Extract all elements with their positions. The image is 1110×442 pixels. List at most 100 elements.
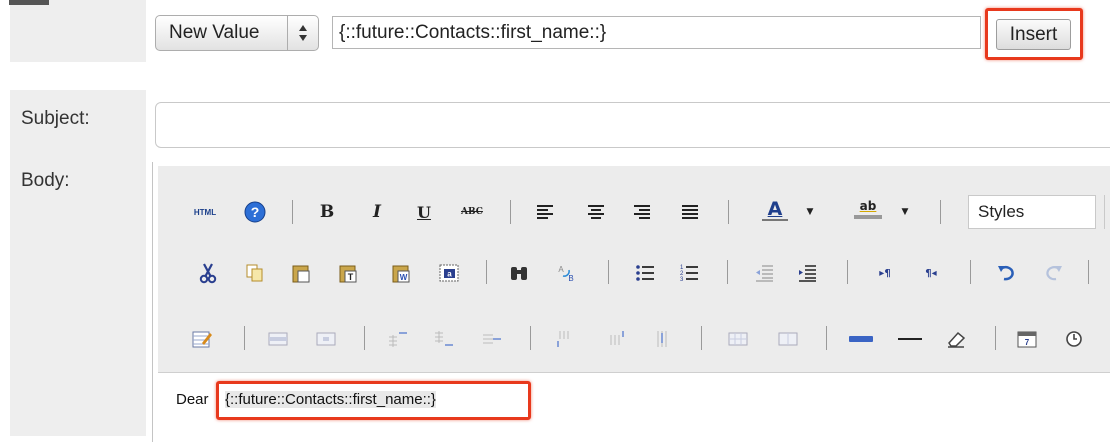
cell-properties-icon [316,332,336,346]
delete-row-icon [483,334,501,344]
horizontal-ruler-button[interactable] [847,328,875,350]
undo-button[interactable] [995,262,1019,284]
cut-button[interactable] [196,262,220,284]
remove-format-button[interactable] [944,328,968,350]
insert-time-button[interactable] [1063,328,1085,350]
styles-select[interactable]: Styles [968,195,1096,229]
split-cells-button[interactable] [726,328,750,350]
insert-table-button[interactable] [190,328,214,350]
variable-value-field[interactable]: {::future::Contacts::first_name::} [332,16,981,49]
align-justify-icon [682,205,698,219]
cell-props-button[interactable] [314,328,338,350]
insert-row-before-button[interactable] [386,328,410,350]
align-center-icon [588,205,604,219]
select-all-icon: a [439,264,459,282]
select-all-button[interactable]: a [437,262,461,284]
insert-date-button[interactable]: 7 [1015,328,1039,350]
paste-text-button[interactable]: T [336,262,360,284]
underline-button[interactable]: U [413,201,435,223]
align-justify-button[interactable] [679,201,701,223]
calendar-icon: 7 [1017,331,1037,348]
column-before-icon [557,331,569,347]
insert-col-before-button[interactable] [553,328,577,350]
bullet-list-icon [636,265,654,281]
row-properties-icon [268,332,288,346]
redo-icon [1046,266,1062,281]
paste-word-icon: W [392,265,410,283]
merge-cells-button[interactable] [776,328,800,350]
align-left-button[interactable] [534,201,556,223]
svg-text:a: a [447,270,452,279]
split-cells-icon [728,332,748,346]
variable-type-select-value: New Value [169,22,260,43]
align-center-button[interactable] [585,201,607,223]
eraser-icon [948,331,966,348]
indent-icon [799,265,816,282]
find-button[interactable] [507,262,531,284]
insert-col-after-button[interactable] [604,328,628,350]
svg-text:B: B [568,274,573,283]
scissors-icon [199,263,217,284]
font-color-button[interactable]: A [760,199,790,221]
table-edit-icon [192,331,212,348]
variable-value-text: {::future::Contacts::first_name::} [339,22,607,43]
row-after-icon [435,331,453,346]
paste-word-button[interactable]: W [389,262,413,284]
row-before-icon [389,332,407,347]
outdent-button[interactable] [752,262,776,284]
delete-col-button[interactable] [651,328,675,350]
body-text-prefix: Dear [176,391,209,408]
numbered-list-button[interactable]: 123 [677,262,701,284]
horizontal-line-icon [898,338,922,340]
copy-button[interactable] [243,262,267,284]
horizontal-ruler-icon [849,336,873,342]
indent-button[interactable] [795,262,819,284]
insert-row-after-button[interactable] [432,328,456,350]
html-source-button[interactable]: HTML [188,201,222,223]
outdent-icon [756,265,773,282]
copy-icon [246,264,263,282]
highlight-color-button[interactable]: ab [852,198,884,220]
align-right-button[interactable] [631,201,653,223]
numbered-list-icon: 123 [680,265,698,282]
redo-button[interactable] [1041,262,1065,284]
svg-text:A: A [558,265,564,274]
undo-icon [998,265,1014,281]
select-updown-arrow-icon [299,25,307,41]
binoculars-icon [511,267,527,280]
svg-text:3: 3 [680,277,684,282]
delete-row-button[interactable] [480,328,504,350]
align-left-icon [537,205,553,219]
font-color-dropdown-arrow-icon[interactable]: ▼ [803,201,817,223]
cropped-label-fragment [9,0,49,5]
svg-text:T: T [348,272,354,282]
italic-button[interactable]: I [366,201,388,223]
bullet-list-button[interactable] [633,262,657,284]
bold-button[interactable]: B [316,201,338,223]
subject-input[interactable] [155,102,1110,148]
font-color-icon: A [767,198,783,220]
highlight-dropdown-arrow-icon[interactable]: ▼ [898,201,912,223]
row-props-button[interactable] [266,328,290,350]
paste-button[interactable] [289,262,313,284]
strikethrough-button[interactable]: ABC [457,201,487,223]
help-icon: ? [244,201,266,223]
paste-icon [292,265,310,283]
clock-icon [1066,331,1082,347]
ltr-direction-button[interactable]: ▸¶ [873,262,897,284]
rtl-direction-button[interactable]: ¶◂ [919,262,943,284]
variable-type-select[interactable]: New Value [155,15,319,51]
form-label-column [10,90,146,436]
svg-text:W: W [400,273,408,282]
svg-text:7: 7 [1025,338,1030,347]
horizontal-line-button[interactable] [896,328,924,350]
align-right-icon [634,205,650,219]
delete-column-icon [657,331,667,347]
help-button[interactable]: ? [243,200,267,224]
paste-text-icon: T [339,265,357,283]
body-label: Body: [21,170,70,191]
insert-button[interactable]: Insert [996,19,1071,50]
body-token-highlight [216,381,531,420]
replace-button[interactable]: AB [554,262,578,284]
column-after-icon [610,331,624,345]
